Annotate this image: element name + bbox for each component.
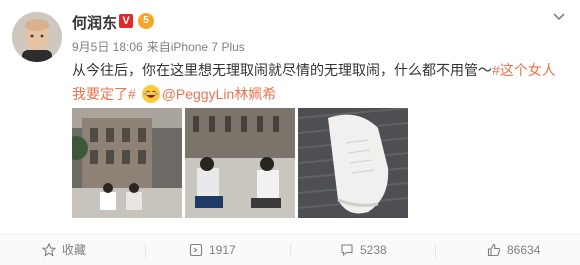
post-meta: 9月5日 18:06 来自iPhone 7 Plus (72, 38, 249, 55)
comment-count: 5238 (360, 243, 387, 257)
chevron-down-icon[interactable] (552, 10, 566, 24)
repost-count: 1917 (209, 243, 236, 257)
post-text: 从今往后，你在这里想无理取闹就尽情的无理取闹，什么都不用管～#这个女人我要定了#… (72, 58, 568, 106)
avatar[interactable] (12, 12, 62, 62)
source-prefix: 来自 (146, 40, 171, 54)
action-bar: 收藏 1917 5238 86634 (0, 234, 580, 265)
favorite-button[interactable]: 收藏 (41, 235, 87, 265)
divider (435, 244, 436, 258)
photo-thumbnail[interactable] (72, 108, 182, 218)
level-badge: 5 (138, 13, 154, 29)
post-source[interactable]: iPhone 7 Plus (171, 40, 245, 54)
comment-icon (341, 244, 353, 257)
like-count: 86634 (507, 243, 541, 257)
photo-thumbnail[interactable] (185, 108, 295, 218)
post-text-main: 从今往后，你在这里想无理取闹就尽情的无理取闹，什么都不用管～ (72, 62, 492, 78)
mention-link[interactable]: @PeggyLin林姵希 (162, 86, 277, 102)
divider (290, 244, 291, 258)
laugh-emoji-icon (141, 85, 160, 103)
repost-icon (189, 243, 203, 257)
vip-badge: V (119, 14, 133, 28)
weibo-post-card: 何润东 V 5 9月5日 18:06 来自iPhone 7 Plus 从今往后，你… (0, 0, 580, 265)
divider (145, 244, 146, 258)
photo-thumbnail[interactable] (298, 108, 408, 218)
thumbs-up-icon (487, 243, 501, 257)
comment-button[interactable]: 5238 (340, 235, 387, 265)
author-name[interactable]: 何润东 (72, 12, 117, 33)
star-icon (41, 242, 57, 257)
favorite-label: 收藏 (62, 243, 87, 257)
post-date[interactable]: 9月5日 18:06 (72, 40, 143, 54)
repost-button[interactable]: 1917 (189, 235, 236, 265)
like-button[interactable]: 86634 (487, 235, 540, 265)
